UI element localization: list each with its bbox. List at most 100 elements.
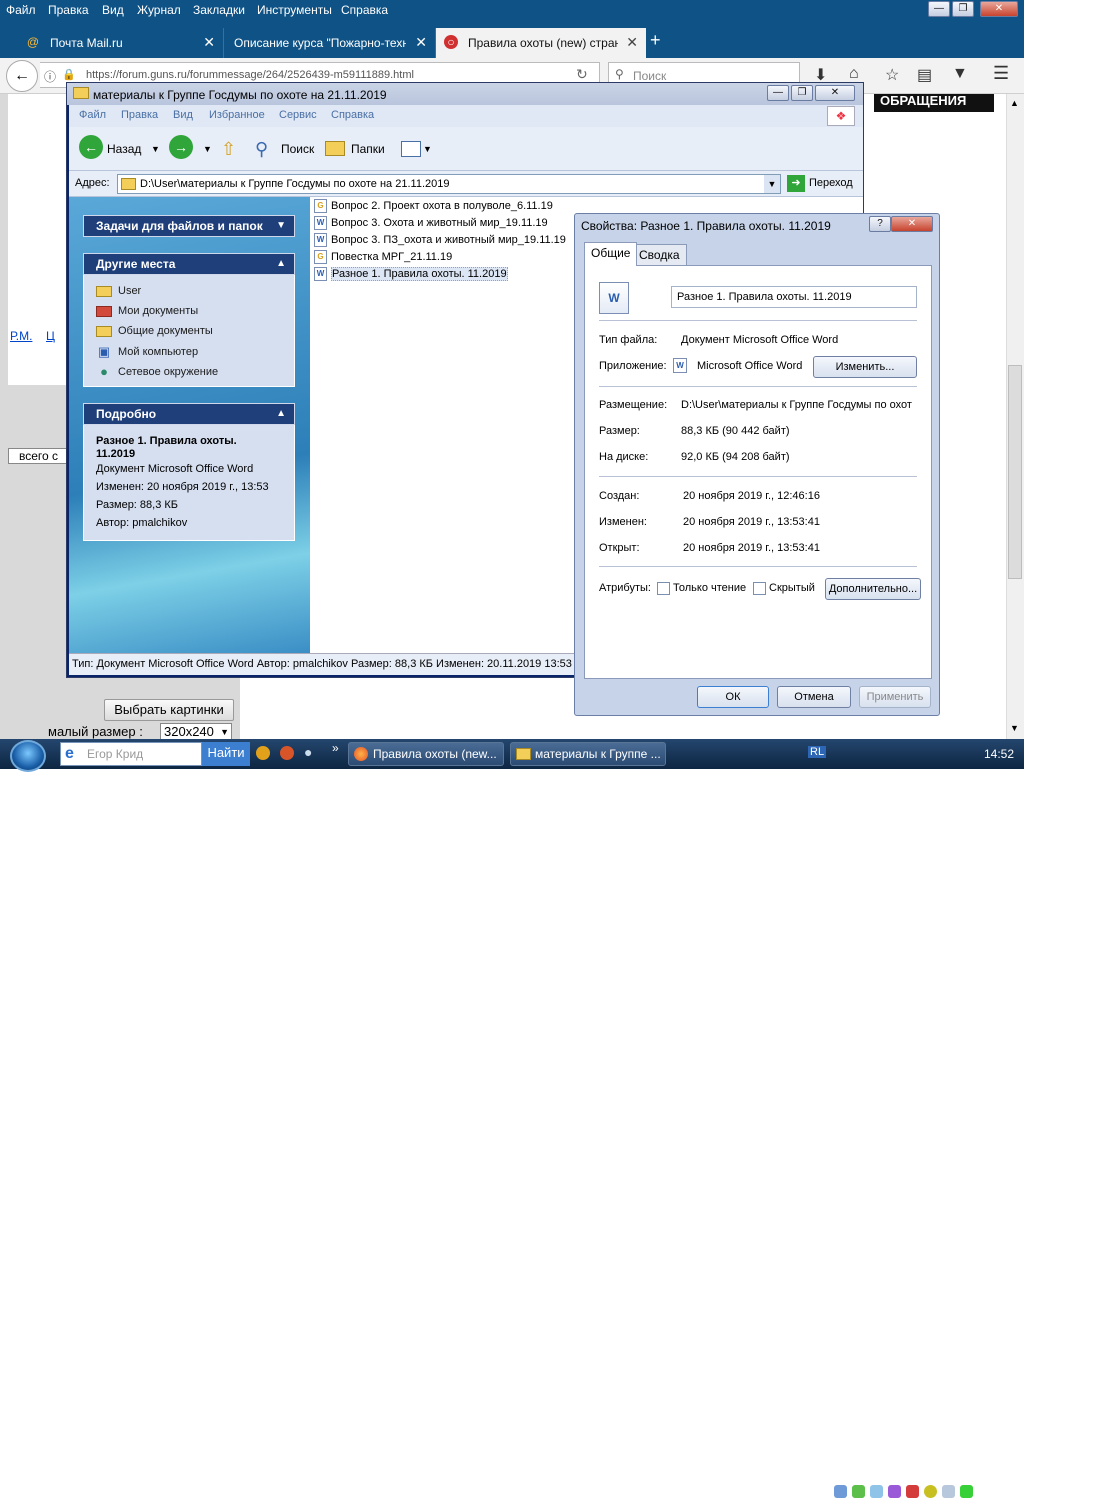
scroll-down-icon[interactable]: ▼: [1010, 723, 1019, 733]
menu-history[interactable]: Журнал: [137, 3, 181, 17]
menu-help[interactable]: Справка: [331, 109, 374, 121]
green-tray-icon[interactable]: [852, 1485, 865, 1498]
clock[interactable]: 14:52: [984, 747, 1014, 761]
banner-text[interactable]: ОБРАЩЕНИЯ: [874, 94, 994, 112]
warning-tray-icon[interactable]: [256, 746, 270, 760]
menu-view[interactable]: Вид: [173, 109, 193, 121]
address-dropdown-icon[interactable]: ▼: [764, 175, 780, 193]
taskbar-task-firefox[interactable]: Правила охоты (new...: [348, 742, 504, 766]
purple-tray-icon[interactable]: [888, 1485, 901, 1498]
place-my-computer[interactable]: ▣ Мой компьютер: [96, 345, 198, 359]
tab-mail[interactable]: @ Почта Mail.ru ✕: [18, 28, 224, 58]
scroll-thumb[interactable]: [1008, 365, 1022, 579]
views-icon[interactable]: [401, 141, 421, 157]
menu-edit[interactable]: Правка: [48, 3, 89, 17]
chevron-down-icon[interactable]: ▼: [276, 216, 286, 236]
help-button[interactable]: ?: [869, 216, 891, 232]
bookmark-star-icon[interactable]: ☆: [885, 65, 899, 85]
maximize-button[interactable]: ❐: [791, 85, 813, 101]
forward-dropdown-icon[interactable]: ▼: [203, 135, 212, 163]
menu-tools[interactable]: Инструменты: [257, 3, 332, 17]
apply-button[interactable]: Применить: [859, 686, 931, 708]
info-icon[interactable]: ⓘ: [44, 68, 56, 85]
back-button-label[interactable]: Назад: [107, 135, 141, 163]
file-item[interactable]: W Вопрос 3. Охота и животный мир_19.11.19: [314, 216, 548, 233]
monitor-tray-icon[interactable]: [834, 1485, 847, 1498]
back-arrow-icon[interactable]: ←: [6, 60, 38, 92]
close-window-button[interactable]: ✕: [815, 85, 855, 101]
file-item[interactable]: W Вопрос 3. ПЗ_охота и животный мир_19.11…: [314, 233, 566, 250]
dropdown-arrow-icon[interactable]: ▼: [220, 724, 229, 740]
menu-favorites[interactable]: Избранное: [209, 109, 265, 121]
home-icon[interactable]: ⌂: [849, 65, 859, 83]
taskbar-task-explorer[interactable]: материалы к Группе ...: [510, 742, 666, 766]
cancel-button[interactable]: Отмена: [777, 686, 851, 708]
menu-tools[interactable]: Сервис: [279, 109, 317, 121]
minimize-button[interactable]: —: [767, 85, 789, 101]
library-icon[interactable]: ▤: [917, 65, 932, 85]
menu-edit[interactable]: Правка: [121, 109, 158, 121]
forward-arrow-icon[interactable]: →: [169, 135, 193, 159]
filename-field[interactable]: Разное 1. Правила охоты. 11.2019: [671, 286, 917, 308]
advanced-button[interactable]: Дополнительно...: [825, 578, 921, 600]
place-network[interactable]: ● Сетевое окружение: [96, 365, 218, 379]
place-shared-documents[interactable]: Общие документы: [96, 325, 213, 337]
chevron-up-icon[interactable]: ▲: [276, 404, 286, 424]
reload-icon[interactable]: ↻: [576, 66, 588, 83]
address-field[interactable]: D:\User\материалы к Группе Госдумы по ох…: [117, 174, 781, 194]
close-dialog-button[interactable]: ✕: [891, 216, 933, 232]
menu-help[interactable]: Справка: [341, 3, 388, 17]
file-item[interactable]: G Повестка МРГ_21.11.19: [314, 250, 452, 267]
battery-tray-icon[interactable]: [960, 1485, 973, 1498]
back-arrow-icon[interactable]: ←: [79, 135, 103, 159]
tab-course[interactable]: Описание курса "Пожарно-техн... ✕: [224, 28, 436, 58]
link-c[interactable]: Ц: [46, 329, 55, 343]
pick-pictures-button[interactable]: Выбрать картинки: [104, 699, 234, 721]
tab-summary[interactable]: Сводка: [632, 244, 687, 266]
pocket-icon[interactable]: ▼: [952, 65, 968, 83]
antivirus-tray-icon[interactable]: [906, 1485, 919, 1498]
yellow-tray-icon[interactable]: [924, 1485, 937, 1498]
close-tab-icon[interactable]: ✕: [203, 34, 215, 51]
search-icon[interactable]: ⚲: [255, 135, 268, 163]
minimize-button[interactable]: —: [928, 1, 950, 17]
scroll-up-icon[interactable]: ▲: [1010, 98, 1019, 108]
shield-tray-icon[interactable]: [870, 1485, 883, 1498]
menu-file[interactable]: Файл: [79, 109, 106, 121]
taskbar-search-input[interactable]: e Егор Крид: [60, 742, 202, 766]
taskbar-find-button[interactable]: Найти: [202, 742, 250, 766]
maximize-button[interactable]: ❐: [952, 1, 974, 17]
hamburger-menu-icon[interactable]: ☰: [993, 63, 1009, 84]
menu-view[interactable]: Вид: [102, 3, 124, 17]
details-panel-header[interactable]: Подробно ▲: [83, 403, 295, 425]
overflow-chevron-icon[interactable]: »: [332, 741, 339, 755]
start-button[interactable]: [10, 740, 46, 772]
tab-general[interactable]: Общие: [584, 242, 638, 266]
back-dropdown-icon[interactable]: ▼: [151, 135, 160, 163]
places-panel-header[interactable]: Другие места ▲: [83, 253, 295, 275]
folders-icon[interactable]: [325, 141, 345, 156]
place-user[interactable]: User: [96, 285, 141, 297]
menu-file[interactable]: Файл: [6, 3, 36, 17]
go-button-label[interactable]: Переход: [809, 177, 853, 189]
device-tray-icon[interactable]: [942, 1485, 955, 1498]
link-rm[interactable]: Р.М.: [10, 329, 32, 343]
file-item[interactable]: G Вопрос 2. Проект охота в полуволе_6.11.…: [314, 199, 553, 216]
hidden-label[interactable]: Скрытый: [769, 582, 815, 594]
place-my-documents[interactable]: Мои документы: [96, 305, 198, 317]
hidden-checkbox[interactable]: [753, 582, 766, 595]
close-tab-icon[interactable]: ✕: [415, 34, 427, 51]
go-arrow-icon[interactable]: ➜: [787, 175, 805, 192]
file-item-selected[interactable]: W Разное 1. Правила охоты. 11.2019: [314, 267, 508, 284]
ok-button[interactable]: ОК: [697, 686, 769, 708]
language-indicator[interactable]: RL: [808, 746, 827, 758]
close-tab-icon[interactable]: ✕: [626, 34, 638, 51]
search-button-label[interactable]: Поиск: [281, 135, 314, 163]
close-window-button[interactable]: ✕: [980, 1, 1018, 17]
readonly-checkbox[interactable]: [657, 582, 670, 595]
readonly-label[interactable]: Только чтение: [673, 582, 746, 594]
vsego-field[interactable]: всего с: [8, 448, 70, 464]
change-button[interactable]: Изменить...: [813, 356, 917, 378]
menu-bookmarks[interactable]: Закладки: [193, 3, 245, 17]
tab-guns-forum[interactable]: ○ Правила охоты (new) стран... ✕: [436, 28, 646, 58]
